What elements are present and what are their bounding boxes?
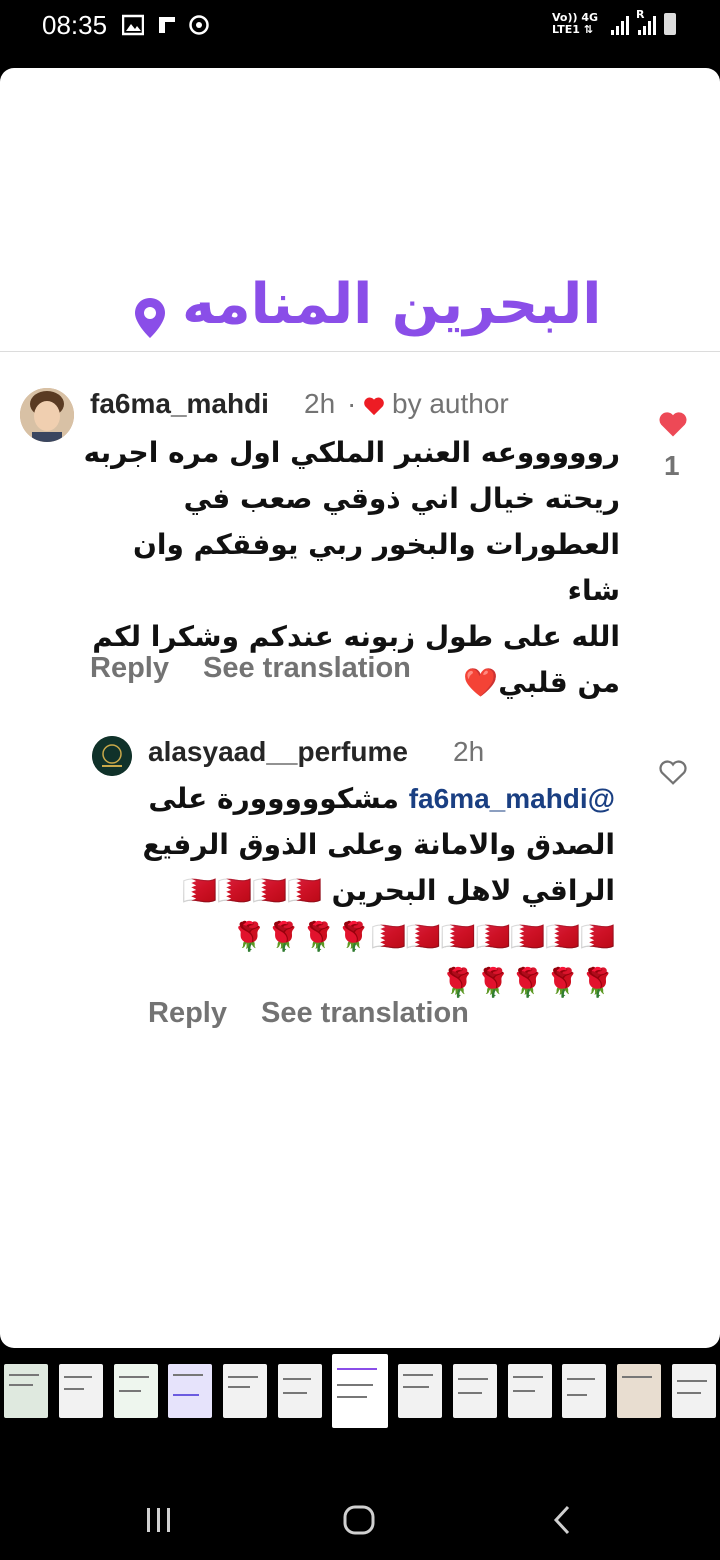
mention-link[interactable]: @fa6ma_mahdi — [409, 783, 615, 814]
thumbnail[interactable] — [223, 1364, 267, 1418]
reply-text: @fa6ma_mahdi مشكووووورة على الصدق والاما… — [140, 776, 615, 1006]
location-sticker-text: البحرين المنامه — [182, 272, 602, 337]
reply-avatar[interactable] — [92, 736, 132, 776]
thumbnail[interactable] — [4, 1364, 48, 1418]
author-heart-icon — [364, 397, 384, 416]
commenter-avatar[interactable] — [20, 388, 74, 442]
reply-button[interactable]: Reply — [90, 652, 169, 685]
liked-by-author-label: by author — [392, 388, 509, 419]
screenshot-thumbnail-strip — [0, 1352, 720, 1432]
reply-line: الراقي لاهل البحرين 🇧🇭🇧🇭🇧🇭🇧🇭 — [182, 874, 615, 907]
reply-time: 2h — [453, 736, 485, 767]
reply-line: @fa6ma_mahdi مشكووووورة على — [148, 782, 615, 815]
comment-line: العطورات والبخور ربي يوفقكم وان شاء — [132, 528, 620, 607]
like-count: 1 — [664, 450, 680, 481]
network-indicator: Vo)) 4G LTE1 ⇅ — [552, 11, 599, 36]
gallery-icon — [122, 14, 144, 36]
flipboard-icon — [159, 17, 175, 33]
comment-time: 2h — [304, 388, 336, 419]
comments-sheet: البحرين المنامه fa6ma_mahdi 2h · by auth… — [0, 68, 720, 1348]
navigation-bar — [0, 1460, 720, 1560]
status-time: 08:35 — [42, 10, 108, 40]
location-pin-icon — [135, 298, 165, 338]
status-bar: 08:35 Vo)) 4G LTE1 ⇅ R — [0, 0, 720, 60]
thumbnail[interactable] — [114, 1364, 158, 1418]
thumbnail[interactable] — [398, 1364, 442, 1418]
battery-icon — [664, 13, 676, 35]
like-heart-outline-icon[interactable] — [658, 758, 688, 786]
home-icon[interactable] — [342, 1504, 376, 1536]
comment-line: روووووعه العنبر الملكي اول مره اجربه — [83, 436, 620, 469]
reply-line: الصدق والامانة وعلى الذوق الرفيع — [142, 828, 615, 861]
see-translation-button[interactable]: See translation — [203, 652, 411, 685]
thumbnail[interactable] — [168, 1364, 212, 1418]
comment-username[interactable]: fa6ma_mahdi — [90, 388, 269, 420]
signal-icon-2 — [638, 16, 656, 35]
thumbnail-selected[interactable] — [332, 1354, 388, 1428]
thumbnail[interactable] — [508, 1364, 552, 1418]
thumbnail[interactable] — [278, 1364, 322, 1418]
reply-username[interactable]: alasyaad__perfume — [148, 736, 408, 768]
thumbnail[interactable] — [59, 1364, 103, 1418]
divider — [0, 351, 720, 352]
comment-line: ريحته خيال اني ذوقي صعب في — [183, 482, 620, 515]
thumbnail[interactable] — [617, 1364, 661, 1418]
thumbnail[interactable] — [672, 1364, 716, 1418]
see-translation-button[interactable]: See translation — [261, 997, 469, 1030]
back-icon[interactable] — [550, 1504, 574, 1536]
reply-line: 🇧🇭🇧🇭🇧🇭🇧🇭🇧🇭🇧🇭🇧🇭🌹🌹🌹🌹 — [231, 920, 616, 953]
signal-icon — [611, 16, 629, 35]
like-heart-icon[interactable] — [658, 410, 688, 438]
recent-apps-icon[interactable] — [144, 1506, 174, 1534]
reply-button[interactable]: Reply — [148, 997, 227, 1030]
sync-icon — [189, 15, 209, 35]
meta-separator: · — [347, 388, 357, 419]
thumbnail[interactable] — [562, 1364, 606, 1418]
thumbnail[interactable] — [453, 1364, 497, 1418]
